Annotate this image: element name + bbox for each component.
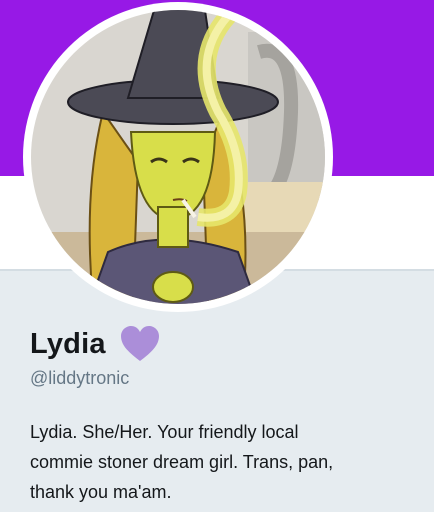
- avatar[interactable]: [23, 2, 333, 312]
- bio-line: thank you ma'am.: [30, 482, 172, 502]
- bio-line: Lydia. She/Her. Your friendly local: [30, 422, 299, 442]
- profile-handle[interactable]: @liddytronic: [30, 368, 129, 389]
- avatar-illustration: [31, 10, 325, 304]
- name-row: Lydia: [30, 322, 160, 366]
- purple-heart-icon: [120, 325, 160, 363]
- profile-bio: Lydia. She/Her. Your friendly local comm…: [30, 417, 400, 507]
- display-name[interactable]: Lydia: [30, 328, 106, 361]
- bio-line: commie stoner dream girl. Trans, pan,: [30, 452, 334, 472]
